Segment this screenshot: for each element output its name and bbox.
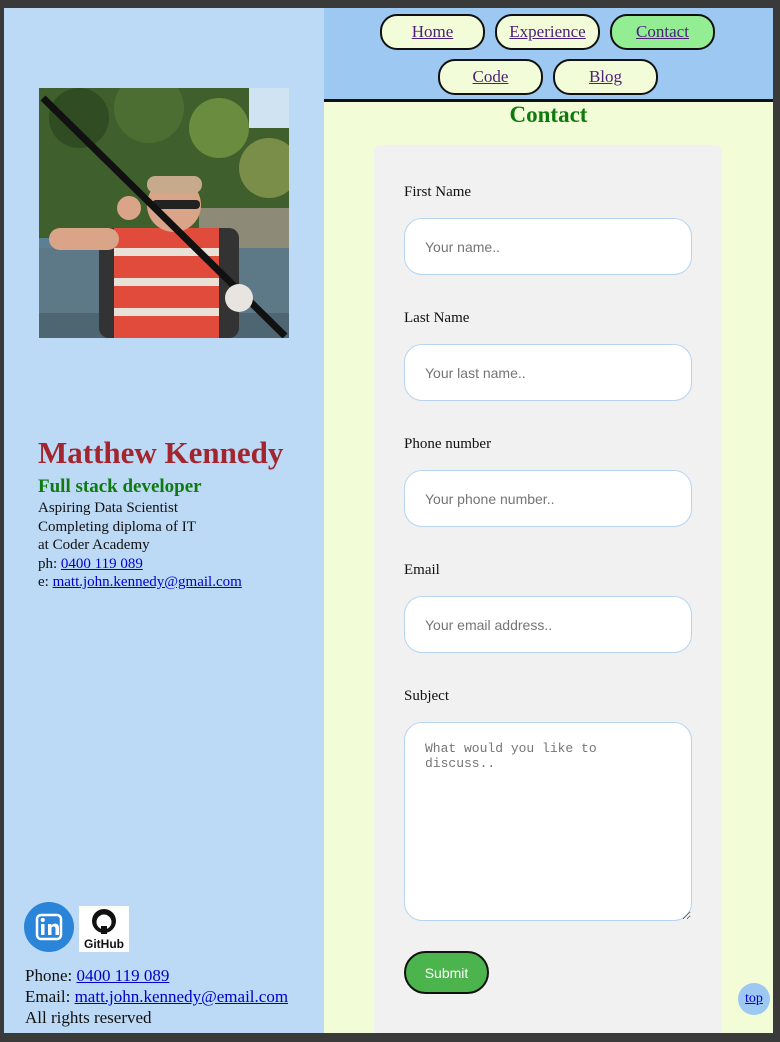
bio-email-prefix: e: [38, 574, 53, 590]
linkedin-icon[interactable] [24, 902, 74, 952]
bio-email-link[interactable]: matt.john.kennedy@gmail.com [53, 574, 242, 590]
bio-phone-row: ph: 0400 119 089 [38, 555, 318, 574]
profile-role: Full stack developer [38, 476, 202, 497]
back-to-top-button[interactable]: top [738, 983, 770, 1015]
nav-contact[interactable]: Contact [610, 14, 715, 50]
bio-line: Aspiring Data Scientist [38, 500, 178, 516]
profile-bio: Aspiring Data Scientist Completing diplo… [38, 499, 318, 592]
footer-phone-row: Phone: 0400 119 089 [25, 965, 288, 986]
bio-line: at Coder Academy [38, 537, 150, 553]
phone-label: Phone number [404, 436, 492, 452]
phone-input[interactable] [404, 470, 692, 527]
main-content: Home Experience Contact Code Blog Contac… [324, 8, 773, 1033]
sidebar-footer: Phone: 0400 119 089 Email: matt.john.ken… [25, 965, 288, 1028]
bio-phone-prefix: ph: [38, 555, 61, 572]
profile-photo [39, 88, 289, 338]
subject-textarea[interactable] [404, 722, 692, 921]
bio-email-row: e: matt.john.kennedy@gmail.com [38, 573, 318, 592]
contact-title: Contact [509, 102, 588, 127]
footer-rights: All rights reserved [25, 1008, 152, 1027]
nav-experience[interactable]: Experience [495, 14, 600, 50]
submit-button[interactable]: Submit [404, 951, 489, 994]
subject-label: Subject [404, 688, 449, 704]
nav-code[interactable]: Code [438, 59, 543, 95]
first-name-input[interactable] [404, 218, 692, 275]
bio-line: Completing diploma of IT [38, 518, 196, 535]
top-nav: Home Experience Contact Code Blog [324, 8, 773, 102]
nav-blog[interactable]: Blog [553, 59, 658, 95]
last-name-input[interactable] [404, 344, 692, 401]
github-text: GitHub [84, 937, 124, 951]
profile-name: Matthew Kennedy [38, 435, 284, 470]
footer-email-link[interactable]: matt.john.kennedy@email.com [75, 987, 288, 1006]
email-input[interactable] [404, 596, 692, 653]
email-label: Email [404, 562, 440, 578]
last-name-label: Last Name [404, 310, 470, 326]
footer-email-label: Email: [25, 987, 75, 1006]
footer-email-row: Email: matt.john.kennedy@email.com [25, 986, 288, 1007]
github-icon[interactable]: GitHub [79, 906, 129, 952]
footer-phone-label: Phone: [25, 966, 77, 985]
footer-phone-link[interactable]: 0400 119 089 [76, 966, 169, 985]
contact-form: First Name Last Name Phone number Email … [374, 145, 722, 1033]
sidebar: Matthew Kennedy Full stack developer Asp… [4, 8, 324, 1033]
nav-home[interactable]: Home [380, 14, 485, 50]
bio-phone-link[interactable]: 0400 119 089 [61, 556, 143, 572]
first-name-label: First Name [404, 184, 472, 200]
page-frame: Matthew Kennedy Full stack developer Asp… [4, 8, 773, 1033]
